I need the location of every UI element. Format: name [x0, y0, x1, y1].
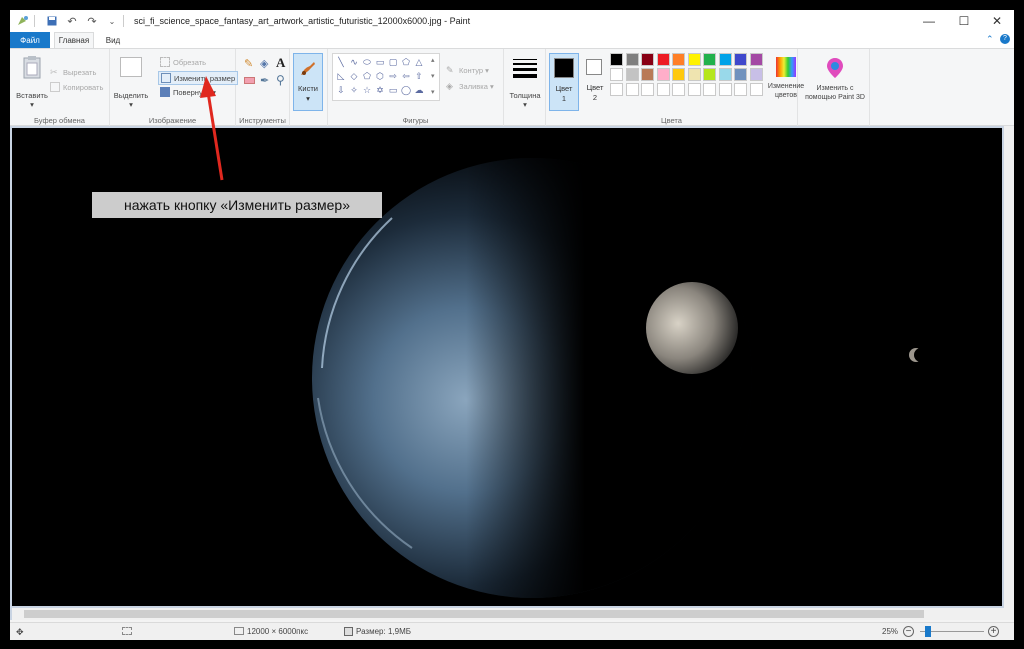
annotation-callout: нажать кнопку «Изменить размер» [92, 192, 382, 218]
annotation-arrow [200, 76, 224, 181]
